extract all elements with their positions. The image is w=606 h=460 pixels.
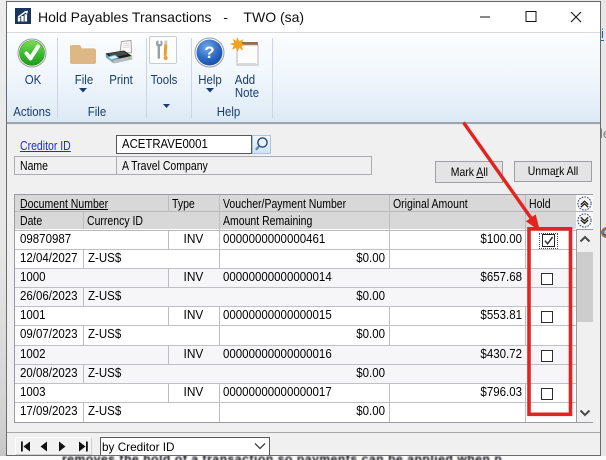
svg-text:?: ? <box>204 43 214 62</box>
